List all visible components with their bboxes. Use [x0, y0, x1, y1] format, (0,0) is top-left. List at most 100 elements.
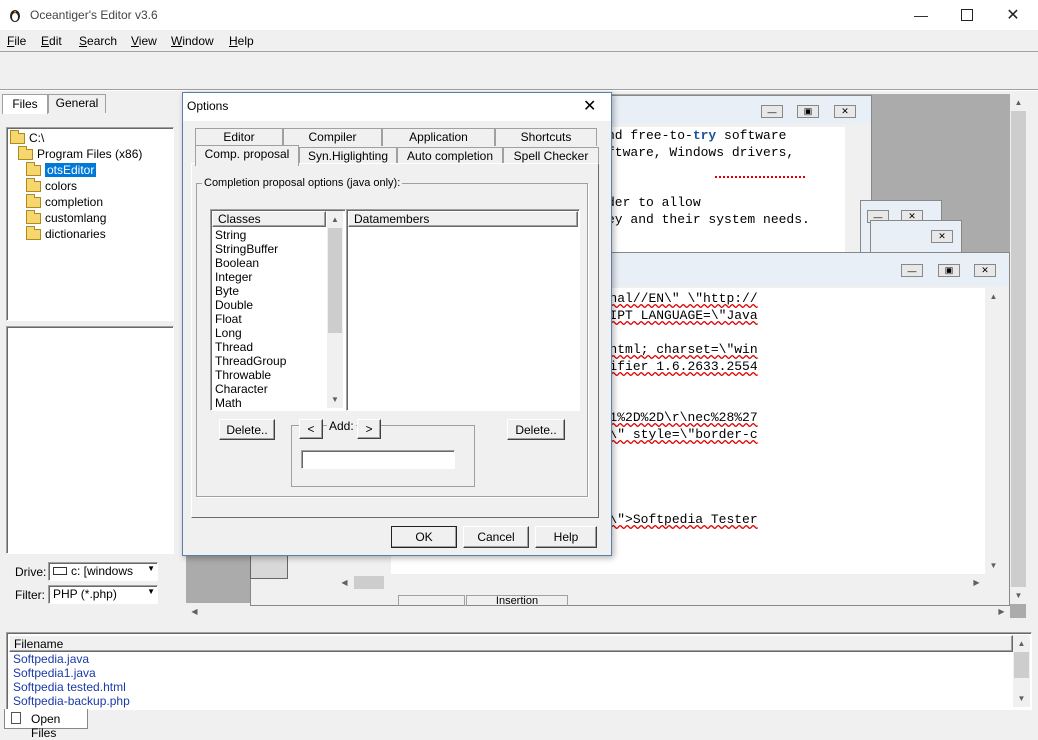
tree-item[interactable]: completion: [26, 194, 103, 210]
dialog-titlebar[interactable]: [183, 93, 611, 121]
list-item[interactable]: StringBuffer: [211, 242, 325, 256]
folder-tree[interactable]: C:\ Program Files (x86) otsEditor colors com…: [6, 127, 174, 321]
tab-general[interactable]: General: [48, 94, 106, 113]
list-item[interactable]: Float: [211, 312, 325, 326]
tree-item[interactable]: Program Files (x86): [18, 146, 142, 162]
list-item[interactable]: Character: [211, 382, 325, 396]
editor-3-hscroll[interactable]: ◀ ▶: [336, 574, 985, 591]
scroll-thumb[interactable]: [1014, 652, 1029, 678]
filename-column-header[interactable]: Filename: [9, 635, 1013, 652]
scroll-down-icon[interactable]: ▼: [985, 557, 1002, 574]
editor-1-text[interactable]: nd free-to-try software ftware, Windows …: [601, 127, 845, 255]
chevron-down-icon: ▼: [147, 587, 155, 596]
scroll-thumb[interactable]: [354, 576, 384, 589]
scroll-down-icon[interactable]: ▼: [1013, 690, 1030, 707]
close-icon[interactable]: ✕: [931, 230, 953, 243]
tab-comp-proposal[interactable]: Comp. proposal: [195, 145, 299, 166]
scroll-up-icon[interactable]: ▲: [1013, 635, 1030, 652]
drive-value: c: [windows: [71, 564, 134, 578]
scroll-right-icon[interactable]: ▶: [968, 574, 985, 591]
restore-icon[interactable]: ▣: [938, 264, 960, 277]
list-item[interactable]: Math: [211, 396, 325, 410]
delete-class-button[interactable]: Delete..: [219, 419, 275, 440]
list-item[interactable]: Throwable: [211, 368, 325, 382]
scroll-up-icon[interactable]: ▲: [985, 288, 1002, 305]
next-button[interactable]: >: [357, 419, 381, 439]
editor-window-1-titlebar[interactable]: [601, 96, 871, 124]
scroll-left-icon[interactable]: ◀: [186, 603, 203, 620]
scroll-up-icon[interactable]: ▲: [327, 211, 343, 228]
drive-select[interactable]: c: [windows ▼: [48, 562, 158, 581]
scroll-left-icon[interactable]: ◀: [336, 574, 353, 591]
tree-item[interactable]: otsEditor: [26, 162, 97, 178]
minimize-icon[interactable]: —: [901, 264, 923, 277]
close-icon[interactable]: ✕: [834, 105, 856, 118]
list-item[interactable]: Byte: [211, 284, 325, 298]
minimize-icon[interactable]: —: [761, 105, 783, 118]
open-folder-icon: [18, 146, 33, 160]
list-item[interactable]: String: [211, 228, 325, 242]
tab-application[interactable]: Application: [382, 128, 495, 146]
open-files-list[interactable]: Filename Softpedia.java Softpedia1.java So…: [6, 632, 1032, 710]
tab-compiler[interactable]: Compiler: [283, 128, 382, 146]
tab-files[interactable]: Files: [2, 94, 48, 114]
minimize-button[interactable]: —: [898, 0, 944, 30]
restore-icon[interactable]: ▣: [797, 105, 819, 118]
filter-value: PHP (*.php): [53, 587, 117, 601]
filter-select[interactable]: PHP (*.php) ▼: [48, 585, 158, 604]
help-button[interactable]: Help: [535, 526, 597, 548]
group-label: Completion proposal options (java only):: [202, 177, 403, 189]
tree-item[interactable]: dictionaries: [26, 226, 106, 242]
classes-list[interactable]: Classes String StringBuffer Boolean Integer…: [210, 209, 346, 411]
open-files-vscroll[interactable]: ▲ ▼: [1013, 635, 1030, 707]
close-icon[interactable]: ✕: [974, 264, 996, 277]
menu-help[interactable]: Help: [229, 34, 254, 48]
close-button[interactable]: ✕: [990, 0, 1036, 30]
mdi-vscroll[interactable]: ▲ ▼: [1010, 94, 1027, 604]
datamembers-header[interactable]: Datamembers: [348, 211, 578, 227]
menu-view[interactable]: View: [131, 34, 157, 48]
tab-open-files[interactable]: Open Files: [4, 709, 88, 740]
list-item[interactable]: Boolean: [211, 256, 325, 270]
list-item[interactable]: Long: [211, 326, 325, 340]
list-item[interactable]: Softpedia-backup.php: [9, 694, 130, 708]
dialog-title: Options: [187, 99, 229, 113]
delete-datamember-button[interactable]: Delete..: [507, 419, 565, 440]
scroll-up-icon[interactable]: ▲: [1010, 94, 1027, 111]
tab-shortcuts[interactable]: Shortcuts: [495, 128, 597, 146]
scroll-thumb[interactable]: [1011, 111, 1026, 587]
list-item[interactable]: Softpedia.java: [9, 652, 130, 666]
tree-item[interactable]: customlang: [26, 210, 106, 226]
tab-editor[interactable]: Editor: [195, 128, 283, 146]
tree-item-label: customlang: [45, 211, 107, 225]
prev-button[interactable]: <: [299, 419, 323, 439]
classes-header[interactable]: Classes: [212, 211, 326, 227]
tree-item[interactable]: colors: [26, 178, 77, 194]
maximize-button[interactable]: [944, 0, 990, 30]
editor-3-vscroll[interactable]: ▲ ▼: [985, 288, 1002, 574]
scroll-down-icon[interactable]: ▼: [1010, 587, 1027, 604]
menu-file[interactable]: File: [7, 34, 26, 48]
cancel-button[interactable]: Cancel: [463, 526, 529, 548]
scroll-thumb[interactable]: [328, 228, 342, 333]
list-item[interactable]: Integer: [211, 270, 325, 284]
menu-window[interactable]: Window: [171, 34, 214, 48]
file-list[interactable]: [6, 326, 174, 554]
toolbar: [0, 51, 1038, 91]
list-item[interactable]: Double: [211, 298, 325, 312]
add-input[interactable]: [301, 450, 455, 469]
scroll-down-icon[interactable]: ▼: [327, 391, 343, 408]
list-item[interactable]: Softpedia1.java: [9, 666, 130, 680]
datamembers-list[interactable]: Datamembers: [346, 209, 580, 411]
menu-edit[interactable]: Edit: [41, 34, 62, 48]
list-item[interactable]: ThreadGroup: [211, 354, 325, 368]
classes-vscroll[interactable]: ▲ ▼: [327, 211, 343, 408]
ok-button[interactable]: OK: [391, 526, 457, 548]
dialog-close-icon[interactable]: ✕: [583, 96, 596, 116]
list-item[interactable]: Softpedia tested.html: [9, 680, 130, 694]
tree-item[interactable]: C:\: [10, 130, 44, 146]
spell-squiggle: [715, 173, 805, 178]
code-line: ftware, Windows drivers,: [607, 145, 795, 160]
menu-search[interactable]: Search: [79, 34, 117, 48]
list-item[interactable]: Thread: [211, 340, 325, 354]
